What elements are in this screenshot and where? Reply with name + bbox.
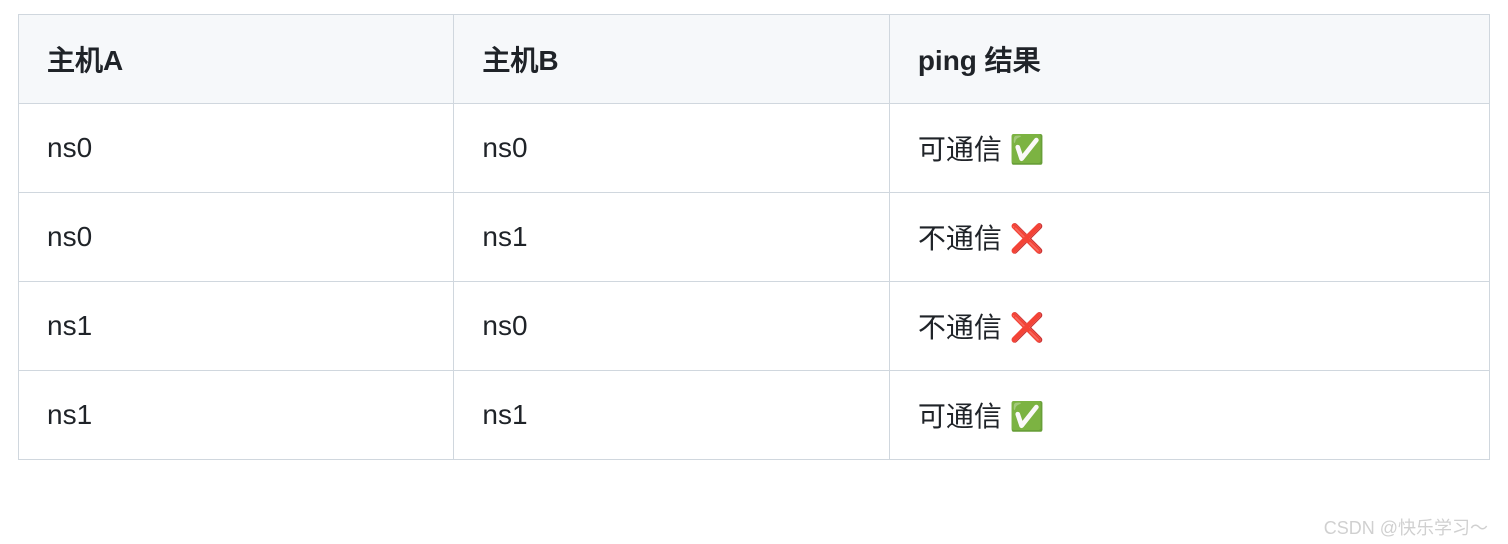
cell-host-b: ns0 [454,104,889,193]
header-ping-result: ping 结果 [889,15,1489,104]
table-row: ns0 ns1 不通信 ❌ [19,193,1490,282]
watermark-text: CSDN @快乐学习～ [1324,514,1488,540]
cell-host-b: ns1 [454,193,889,282]
cell-host-a: ns1 [19,371,454,460]
cell-host-a: ns0 [19,104,454,193]
ping-results-table: 主机A 主机B ping 结果 ns0 ns0 可通信 ✅ ns0 ns1 不通… [18,14,1490,460]
cell-ping-result: 可通信 ✅ [889,371,1489,460]
cell-host-a: ns0 [19,193,454,282]
table-row: ns1 ns1 可通信 ✅ [19,371,1490,460]
header-host-b: 主机B [454,15,889,104]
cell-ping-result: 可通信 ✅ [889,104,1489,193]
cell-ping-result: 不通信 ❌ [889,193,1489,282]
cell-host-b: ns0 [454,282,889,371]
cell-host-a: ns1 [19,282,454,371]
table-row: ns0 ns0 可通信 ✅ [19,104,1490,193]
cell-ping-result: 不通信 ❌ [889,282,1489,371]
header-host-a: 主机A [19,15,454,104]
table-row: ns1 ns0 不通信 ❌ [19,282,1490,371]
table-header-row: 主机A 主机B ping 结果 [19,15,1490,104]
cell-host-b: ns1 [454,371,889,460]
